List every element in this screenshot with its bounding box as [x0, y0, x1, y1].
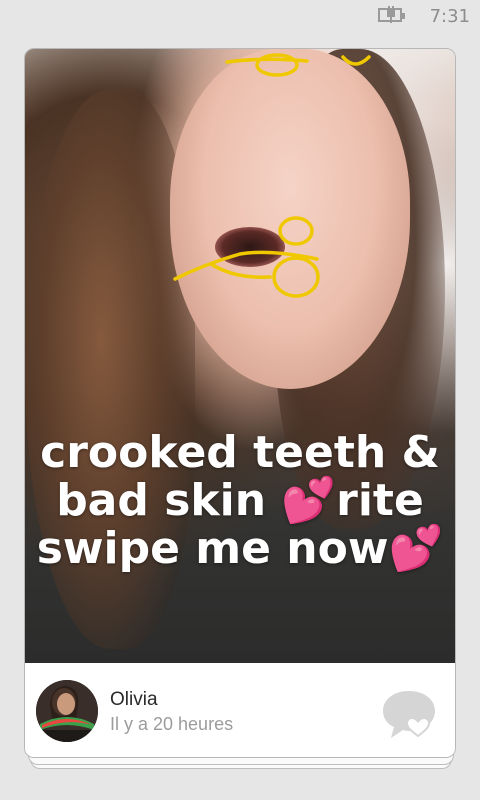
author-name[interactable]: Olivia [110, 689, 158, 711]
caption-line: crooked teeth & [40, 427, 440, 478]
avatar-image [36, 680, 98, 742]
status-bar: 7:31 [0, 0, 480, 32]
comment-heart-icon[interactable] [380, 687, 438, 741]
charging-plug-icon [387, 6, 395, 23]
post-footer: Olivia Il y a 20 heures [25, 663, 455, 757]
post-photo[interactable]: crooked teeth & bad skin 💕rite swipe me … [25, 49, 455, 663]
post-caption: crooked teeth & bad skin 💕rite swipe me … [25, 429, 455, 573]
post-time: Il y a 20 heures [110, 714, 234, 734]
caption-line: swipe me now💕 [36, 523, 444, 574]
caption-line: bad skin 💕rite [56, 475, 424, 526]
avatar[interactable] [36, 680, 98, 742]
status-time: 7:31 [429, 6, 470, 27]
post-card[interactable]: crooked teeth & bad skin 💕rite swipe me … [24, 48, 456, 758]
